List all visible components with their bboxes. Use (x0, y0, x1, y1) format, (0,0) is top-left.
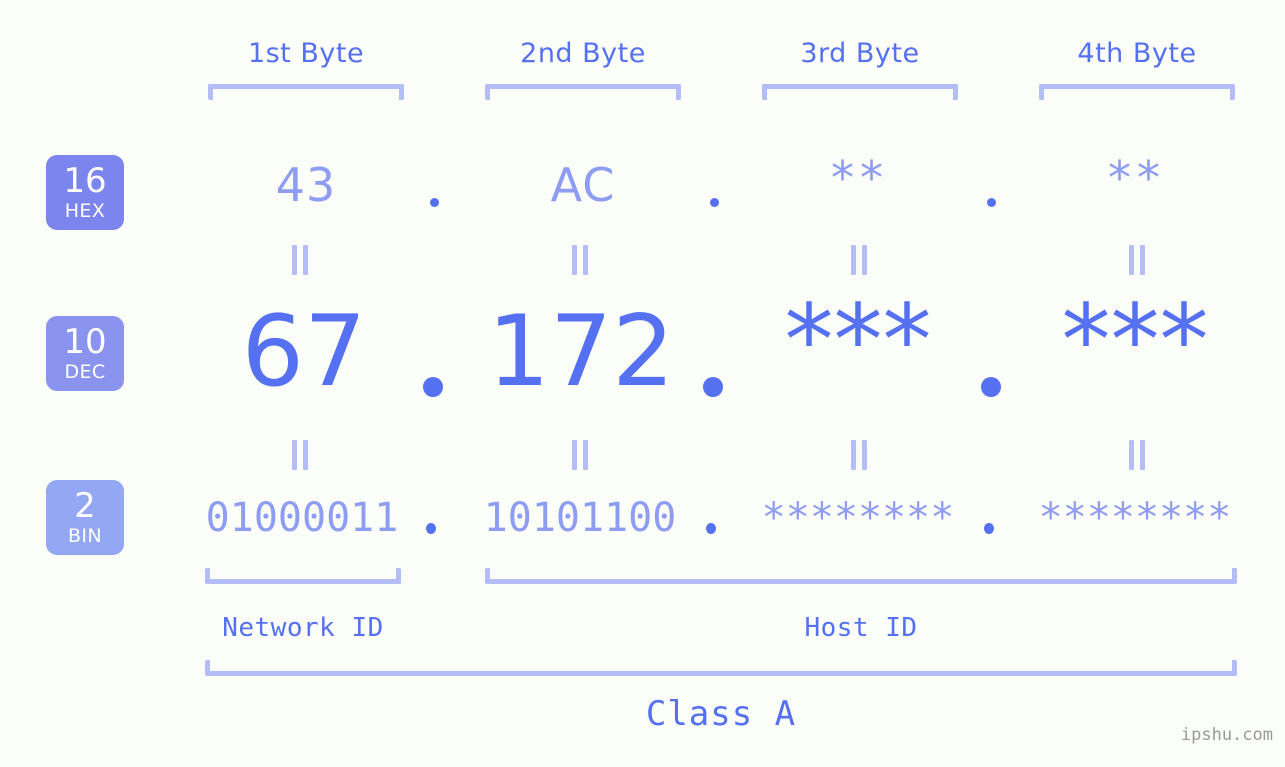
base-badge-dec-label: DEC (64, 361, 106, 383)
dec-byte-4: *** (1061, 284, 1209, 398)
dec-separator-dot-3 (981, 377, 1001, 397)
hex-byte-1: 43 (275, 158, 337, 212)
base-badge-bin-label: BIN (67, 525, 103, 547)
class-label: Class A (645, 694, 797, 734)
equals-mark-hex-dec-2 (572, 245, 588, 275)
equals-mark-hex-dec-3 (851, 245, 867, 275)
bin-separator-dot-1 (426, 523, 436, 534)
base-badge-hex-number: 16 (63, 161, 107, 201)
hex-byte-3: ** (831, 151, 889, 205)
byte-header-2: 2nd Byte (520, 38, 646, 69)
byte-header-1: 1st Byte (247, 38, 365, 69)
byte-bracket-2 (485, 84, 681, 100)
byte-bracket-4 (1039, 84, 1235, 100)
byte-header-4: 4th Byte (1077, 38, 1197, 69)
hex-byte-2: AC (550, 158, 616, 212)
dec-separator-dot-2 (703, 377, 723, 397)
bin-byte-4: ******** (1038, 495, 1232, 541)
byte-header-3: 3rd Byte (800, 38, 920, 69)
site-watermark: ipshu.com (1180, 725, 1273, 745)
hex-separator-dot-3 (987, 198, 996, 207)
host-id-bracket (485, 568, 1237, 584)
equals-mark-dec-bin-3 (851, 440, 867, 470)
ip-address-breakdown-diagram: 1st Byte 2nd Byte 3rd Byte 4th Byte 16 H… (0, 0, 1285, 767)
bin-byte-3: ******** (761, 495, 955, 541)
hex-byte-4: ** (1108, 151, 1166, 205)
class-bracket (205, 660, 1237, 676)
dec-separator-dot-1 (423, 377, 443, 397)
network-id-bracket (205, 568, 401, 584)
base-badge-bin: 2 BIN (46, 480, 124, 555)
hex-separator-dot-1 (430, 198, 439, 207)
base-badge-hex-label: HEX (64, 200, 106, 222)
bin-byte-2: 10101100 (483, 495, 677, 541)
base-badge-bin-number: 2 (74, 486, 96, 526)
base-badge-dec: 10 DEC (46, 316, 124, 391)
byte-bracket-1 (208, 84, 404, 100)
host-id-label: Host ID (804, 613, 918, 643)
equals-mark-dec-bin-2 (572, 440, 588, 470)
dec-byte-3: *** (784, 284, 932, 398)
bin-separator-dot-3 (984, 523, 994, 534)
network-id-label: Network ID (222, 613, 384, 643)
equals-mark-dec-bin-1 (292, 440, 308, 470)
byte-bracket-3 (762, 84, 958, 100)
equals-mark-hex-dec-1 (292, 245, 308, 275)
dec-byte-1: 67 (241, 295, 367, 409)
base-badge-dec-number: 10 (63, 322, 107, 362)
base-badge-hex: 16 HEX (46, 155, 124, 230)
equals-mark-hex-dec-4 (1129, 245, 1145, 275)
hex-separator-dot-2 (710, 198, 719, 207)
equals-mark-dec-bin-4 (1129, 440, 1145, 470)
bin-separator-dot-2 (706, 523, 716, 534)
dec-byte-2: 172 (487, 295, 675, 409)
bin-byte-1: 01000011 (205, 495, 399, 541)
